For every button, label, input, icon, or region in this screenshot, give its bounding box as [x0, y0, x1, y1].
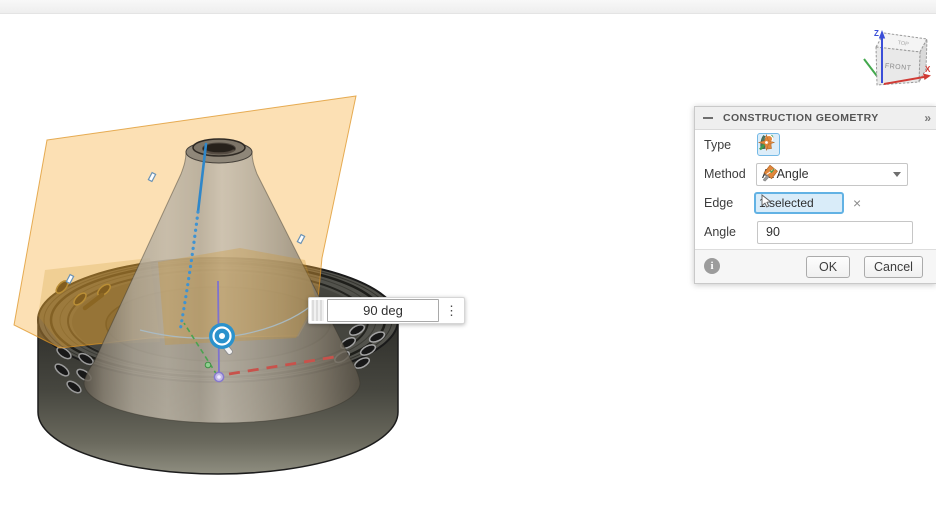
angle-dimension-input[interactable] — [327, 299, 439, 322]
dialog-footer: i OK Cancel — [695, 249, 936, 283]
type-label: Type — [704, 138, 731, 152]
app-canvas: FRONT TOP Z X ⋮ CONSTRUCTION GEOMETRY » … — [0, 0, 936, 527]
chevron-down-icon — [893, 172, 901, 177]
construction-point-icon — [757, 133, 776, 152]
collapse-icon[interactable] — [703, 117, 713, 119]
at-angle-method-icon — [761, 164, 779, 182]
method-dropdown[interactable]: At Angle — [756, 163, 908, 186]
angle-row: Angle — [695, 218, 936, 246]
x-arrowhead — [923, 74, 931, 81]
overflow-icon[interactable]: » — [924, 111, 931, 125]
angle-input[interactable] — [757, 221, 913, 244]
origin-point-core — [217, 375, 221, 379]
cancel-button[interactable]: Cancel — [864, 256, 923, 278]
edge-row: Edge 1 selected × — [695, 189, 936, 217]
type-option-axis[interactable] — [787, 133, 810, 156]
z-axis-label: Z — [874, 29, 879, 38]
rotation-handle[interactable] — [209, 323, 235, 349]
dialog-header: CONSTRUCTION GEOMETRY » — [695, 107, 936, 130]
drag-handle[interactable] — [311, 300, 324, 321]
viewcube[interactable]: FRONT TOP Z X — [864, 29, 931, 85]
construction-geometry-dialog: CONSTRUCTION GEOMETRY » Type — [694, 106, 936, 284]
info-icon[interactable]: i — [704, 258, 720, 274]
type-option-point[interactable] — [817, 133, 840, 156]
clear-selection-icon[interactable]: × — [853, 195, 861, 211]
type-row: Type — [695, 131, 936, 159]
cursor-icon — [760, 194, 773, 208]
dimension-input-box: ⋮ — [308, 297, 465, 324]
angle-label: Angle — [704, 225, 736, 239]
edge-selection-button[interactable]: 1 selected — [754, 192, 844, 214]
green-point — [205, 362, 211, 368]
edge-label: Edge — [704, 196, 733, 210]
method-label: Method — [704, 167, 746, 181]
dialog-title: CONSTRUCTION GEOMETRY — [723, 112, 879, 124]
method-row: Method At Angle — [695, 160, 936, 188]
ok-button[interactable]: OK — [806, 256, 850, 278]
plane-through-cone-tint — [158, 248, 316, 345]
dimension-menu-button[interactable]: ⋮ — [439, 297, 464, 324]
x-axis-label: X — [925, 65, 931, 74]
